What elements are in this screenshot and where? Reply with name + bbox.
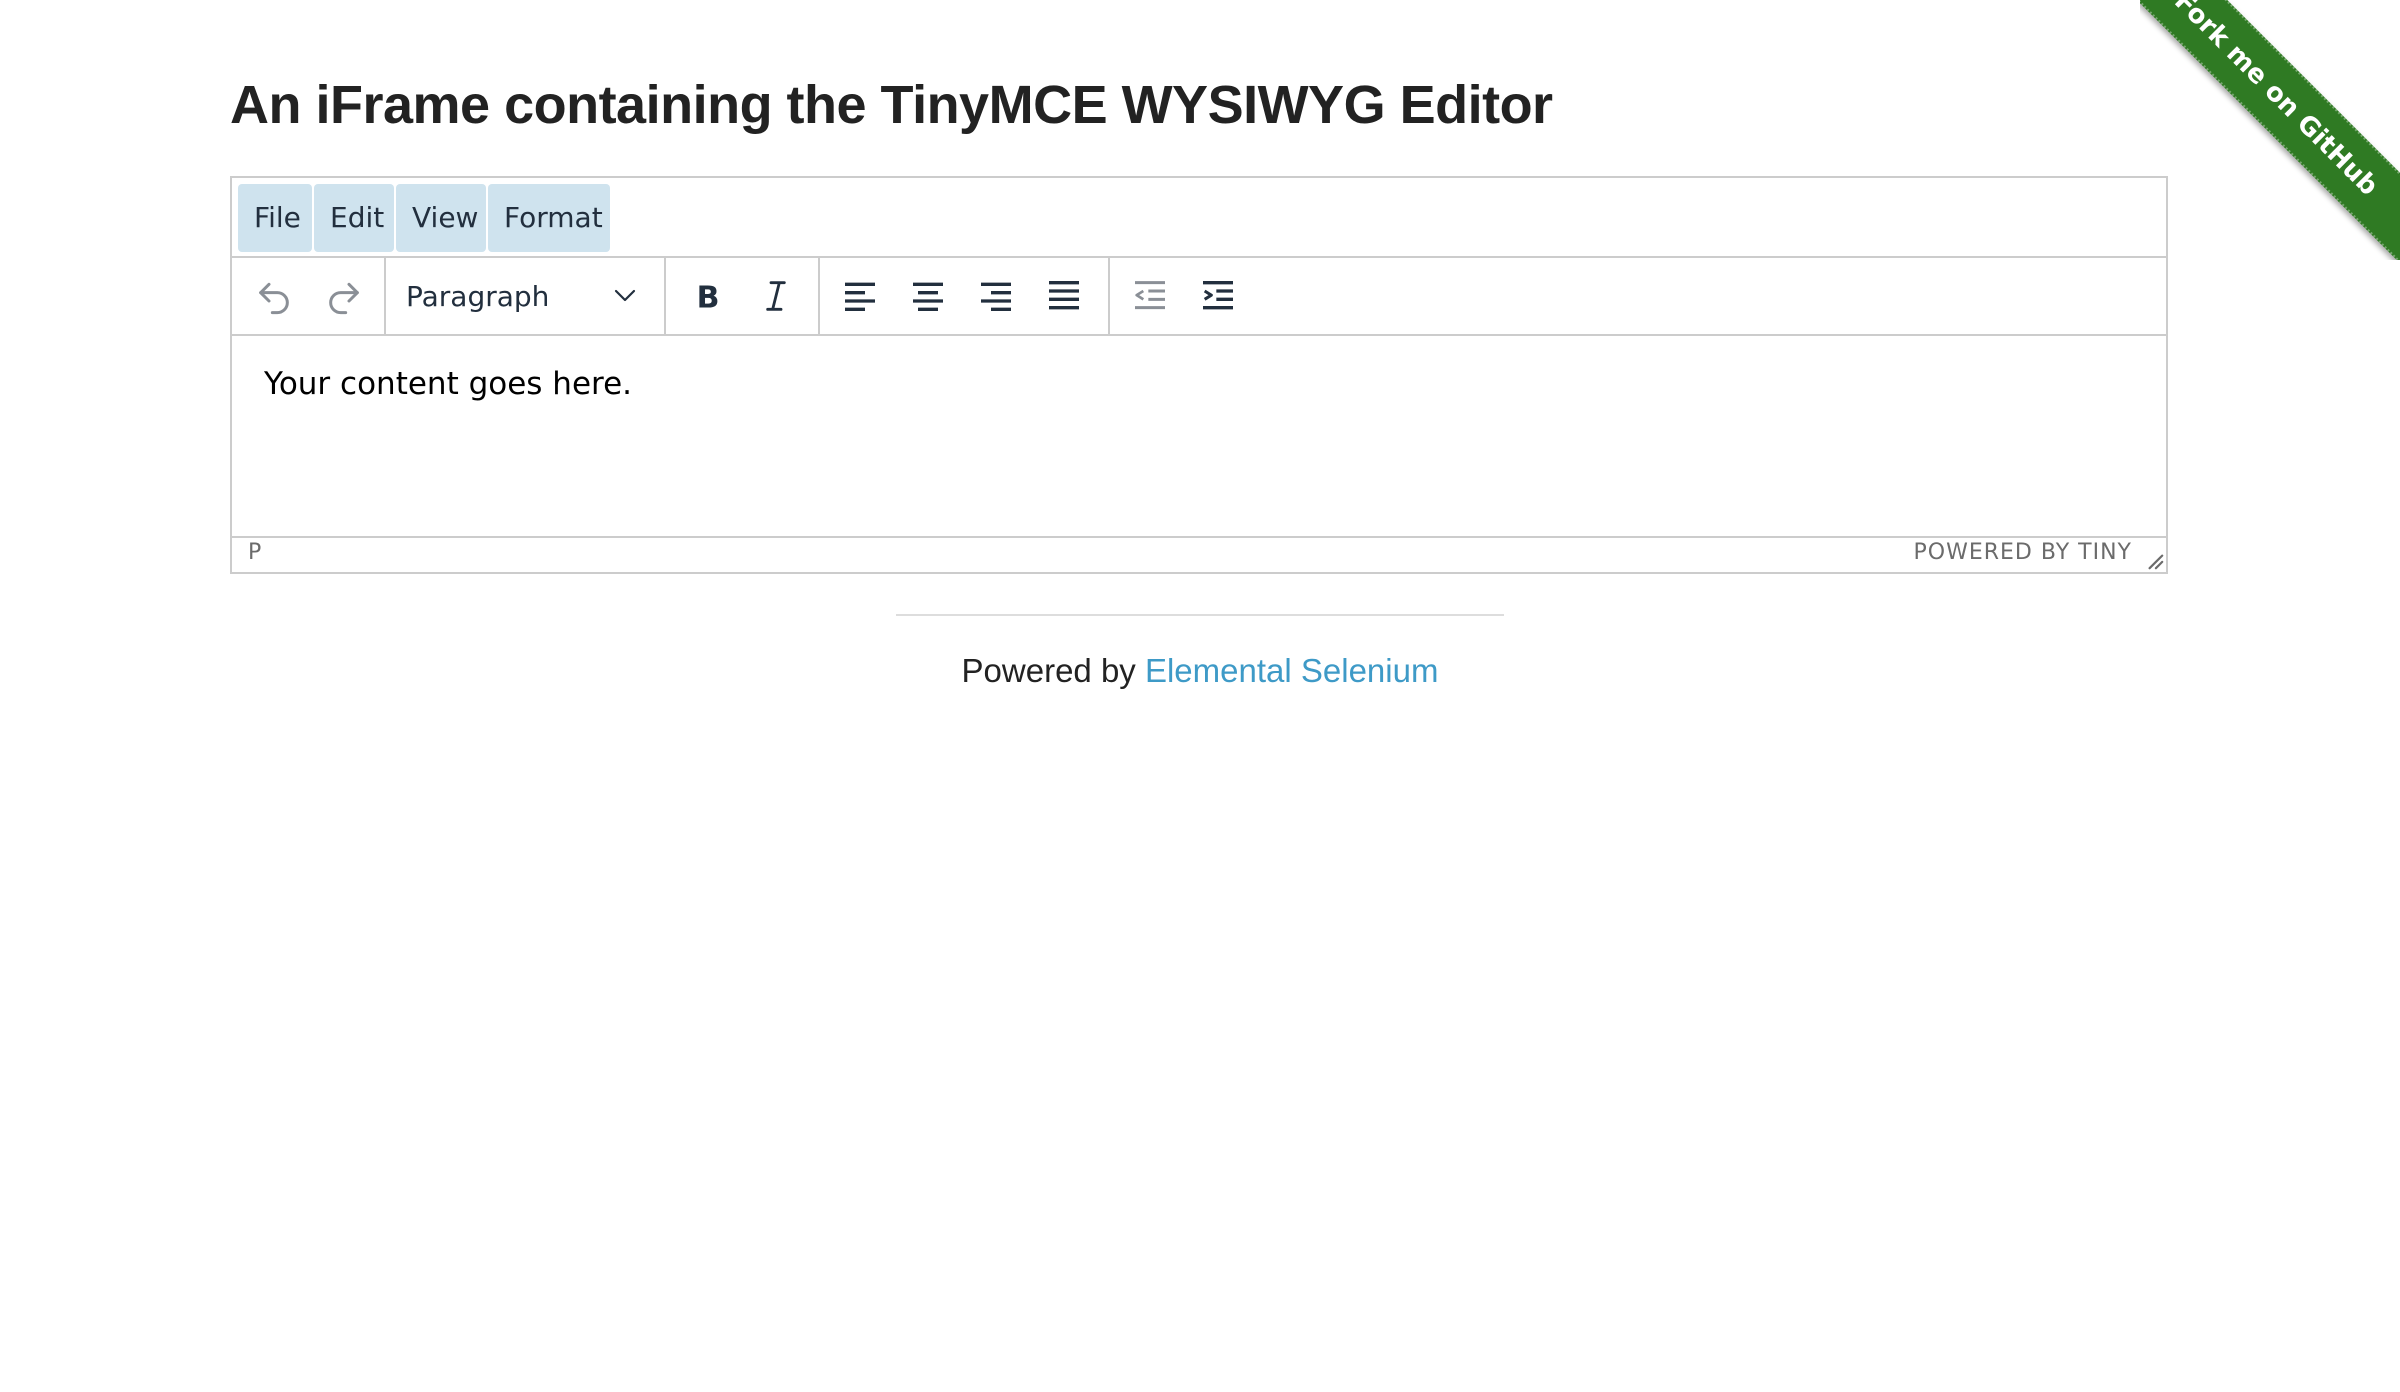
block-format-select[interactable]: Paragraph <box>382 266 656 326</box>
editor-content-area[interactable]: Your content goes here. <box>232 336 2166 538</box>
chevron-down-icon <box>614 289 636 302</box>
page: Fork me on GitHub An iFrame containing t… <box>0 0 2400 1392</box>
element-path[interactable]: P <box>248 540 261 565</box>
footer-prefix: Powered by <box>961 652 1145 689</box>
svg-text:B: B <box>697 281 720 316</box>
toolbar-separator <box>818 258 820 334</box>
editor-statusbar: P POWERED BY TINY <box>232 538 2166 572</box>
undo-icon <box>259 282 289 315</box>
bold-button[interactable]: B <box>680 268 736 324</box>
undo-button[interactable] <box>246 268 302 324</box>
editor-menubar: File Edit View Format <box>232 178 2166 258</box>
block-format-value: Paragraph <box>406 279 550 313</box>
editor-content-paragraph[interactable]: Your content goes here. <box>264 366 632 402</box>
align-justify-button[interactable] <box>1036 268 1092 324</box>
resize-handle-icon[interactable] <box>2146 552 2164 570</box>
footer-divider <box>896 614 1504 616</box>
italic-icon <box>766 281 786 311</box>
bold-icon: B <box>697 281 720 316</box>
outdent-button[interactable] <box>1122 268 1178 324</box>
menu-view[interactable]: View <box>396 184 486 252</box>
menu-file[interactable]: File <box>238 184 312 252</box>
toolbar-separator <box>1108 258 1110 334</box>
footer: Powered by Elemental Selenium <box>0 652 2400 690</box>
indent-button[interactable] <box>1190 268 1246 324</box>
tinymce-editor: File Edit View Format Paragraph B Your c… <box>230 176 2168 574</box>
github-ribbon[interactable]: Fork me on GitHub <box>2140 0 2400 260</box>
github-ribbon-label[interactable]: Fork me on GitHub <box>2140 0 2400 260</box>
align-center-button[interactable] <box>900 268 956 324</box>
redo-button[interactable] <box>316 268 372 324</box>
align-right-button[interactable] <box>968 268 1024 324</box>
align-left-icon <box>845 282 875 311</box>
align-center-icon <box>913 282 943 311</box>
outdent-icon <box>1135 281 1165 310</box>
redo-icon <box>329 282 359 315</box>
tiny-branding-link[interactable]: POWERED BY TINY <box>1914 540 2133 565</box>
elemental-selenium-link[interactable]: Elemental Selenium <box>1145 652 1439 689</box>
menu-edit[interactable]: Edit <box>314 184 394 252</box>
page-title: An iFrame containing the TinyMCE WYSIWYG… <box>230 75 1553 135</box>
editor-toolbar: Paragraph B <box>232 258 2166 336</box>
indent-icon <box>1203 281 1233 310</box>
align-left-button[interactable] <box>832 268 888 324</box>
align-justify-icon <box>1049 281 1079 310</box>
toolbar-separator <box>664 258 666 334</box>
menu-format[interactable]: Format <box>488 184 610 252</box>
align-right-icon <box>981 282 1011 311</box>
italic-button[interactable] <box>748 268 804 324</box>
